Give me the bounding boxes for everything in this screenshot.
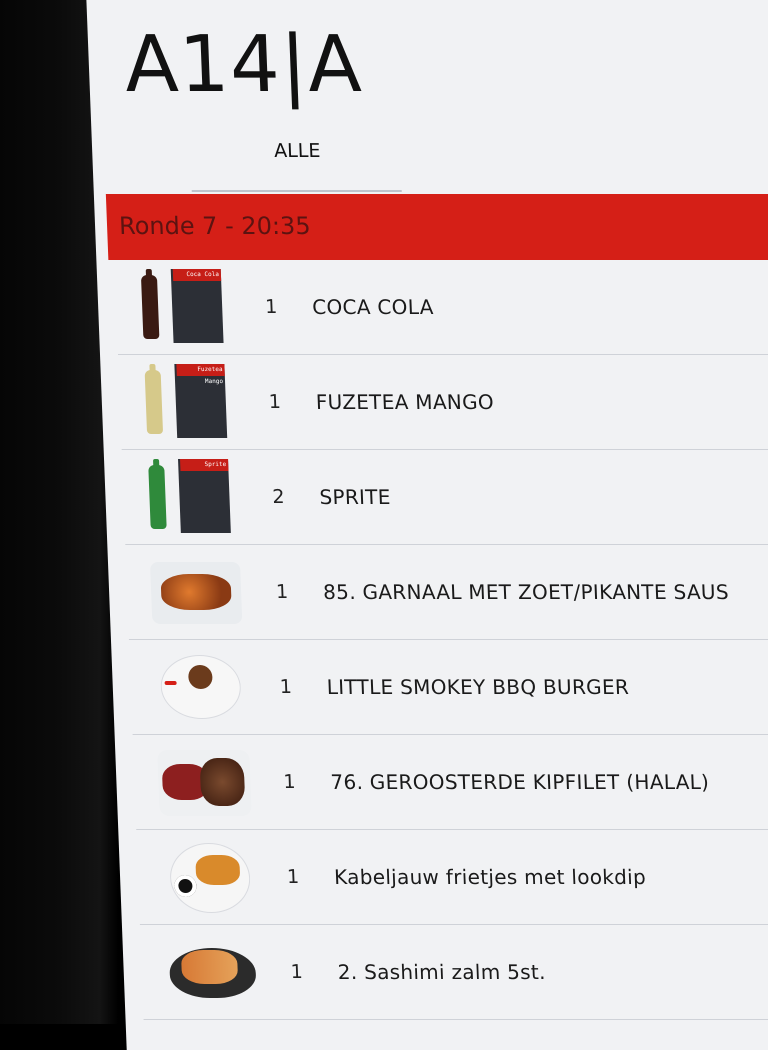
food-thumbnail: [157, 837, 260, 917]
order-item-row[interactable]: 1 2. Sashimi zalm 5st.: [139, 925, 768, 1020]
item-name: LITTLE SMOKEY BBQ BURGER: [326, 675, 630, 699]
item-quantity: 1: [282, 771, 296, 793]
bottle-icon: [140, 269, 160, 339]
item-quantity: 1: [275, 581, 289, 603]
tab-alle[interactable]: ALLE: [274, 140, 321, 162]
dip-icon: [173, 875, 197, 897]
order-item-row[interactable]: Coca Cola 1 COCA COLA €: [114, 260, 768, 355]
item-quantity: 1: [279, 676, 293, 698]
item-name: 85. GARNAAL MET ZOET/PIKANTE SAUS: [322, 580, 730, 604]
food-thumbnail: [153, 742, 256, 822]
item-quantity: 1: [286, 866, 300, 888]
item-name: 76. GEROOSTERDE KIPFILET (HALAL): [329, 770, 710, 794]
drink-thumbnail: Fuzetea Mango: [138, 362, 241, 442]
item-name: 2. Sashimi zalm 5st.: [337, 960, 547, 984]
fries-icon: [195, 855, 241, 885]
round-label: Ronde 7 - 20:35: [118, 212, 312, 240]
order-list: Coca Cola 1 COCA COLA € Fuzetea Mango 1 …: [114, 260, 768, 1020]
order-item-row[interactable]: 1 85. GARNAAL MET ZOET/PIKANTE SAUS: [125, 545, 768, 640]
item-quantity: 1: [290, 961, 304, 983]
drink-thumbnail: Sprite: [142, 457, 245, 537]
order-item-row[interactable]: 1 Kabeljauw frietjes met lookdip: [136, 830, 768, 925]
item-name: COCA COLA: [311, 295, 435, 319]
order-item-row[interactable]: Sprite 2 SPRITE € 3: [121, 450, 768, 545]
order-item-row[interactable]: 1 76. GEROOSTERDE KIPFILET (HALAL): [132, 735, 768, 830]
item-name: FUZETEA MANGO: [315, 390, 495, 414]
shrimp-dish-icon: [160, 574, 232, 610]
item-quantity: 1: [264, 296, 278, 318]
round-header-bar: Ronde 7 - 20:35: [105, 194, 768, 260]
item-quantity: 1: [268, 391, 282, 413]
order-screen: A14|A ALLE Ronde 7 - 20:35 Coca Cola 1 C…: [86, 0, 768, 1050]
burger-icon: [187, 665, 213, 689]
bottle-icon: [148, 459, 167, 529]
tab-active-indicator: [191, 190, 402, 192]
food-thumbnail: [146, 552, 249, 632]
order-item-row[interactable]: Fuzetea Mango 1 FUZETEA MANGO €: [118, 355, 768, 450]
item-name: SPRITE: [319, 485, 392, 509]
sashimi-icon: [180, 950, 239, 984]
table-number-title: A14|A: [123, 20, 364, 110]
chicken-dish-icon: [199, 758, 246, 806]
order-item-row[interactable]: 1 LITTLE SMOKEY BBQ BURGER: [128, 640, 768, 735]
drink-card: Sprite: [178, 459, 231, 533]
bottle-icon: [144, 364, 164, 434]
drink-thumbnail: Coca Cola: [135, 267, 238, 347]
drink-card: Fuzetea Mango: [174, 364, 228, 438]
item-name: Kabeljauw frietjes met lookdip: [333, 865, 647, 889]
food-thumbnail: [160, 932, 263, 1012]
item-quantity: 2: [272, 486, 285, 508]
food-thumbnail: [149, 647, 252, 727]
drink-card: Coca Cola: [170, 269, 224, 343]
